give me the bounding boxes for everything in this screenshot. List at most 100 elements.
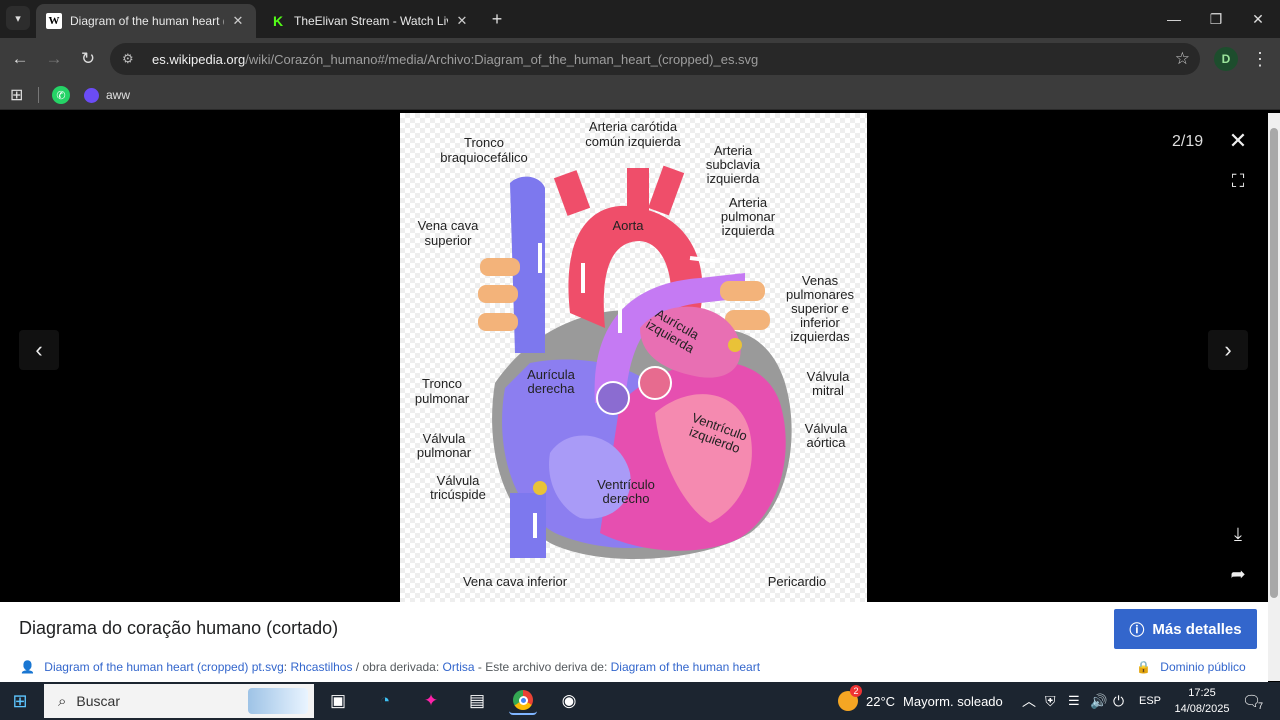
label-vena-cava-inferior: Vena cava inferior (463, 574, 568, 589)
windows-start-icon[interactable]: ⊞ (8, 689, 32, 713)
arrow-left-icon: ← (11, 49, 29, 68)
close-icon: ✕ (1228, 128, 1248, 153)
credit-link-derivative-author[interactable]: Ortisa (443, 660, 475, 674)
whatsapp-icon: ✆ (52, 86, 70, 104)
chrome-logo (513, 690, 533, 710)
menu-kebab-icon[interactable]: ⋮ (1250, 47, 1270, 71)
sun-icon: 2 (838, 685, 862, 711)
forward-button[interactable]: → (42, 47, 66, 71)
close-viewer-button[interactable]: ✕ (1218, 121, 1258, 161)
label-tronco-pulmonar: Tronco (422, 376, 462, 391)
share-icon: ➦ (1230, 563, 1246, 584)
task-view-icon[interactable]: ▣ (324, 687, 352, 715)
label-line: pulmonar (721, 209, 776, 224)
minimize-icon: — (1167, 11, 1181, 27)
search-placeholder: Buscar (76, 693, 120, 709)
pulmonary-valve-shape (596, 381, 630, 415)
label-line: aórtica (806, 435, 846, 450)
more-details-button[interactable]: ⓘ Más detalles (1114, 609, 1257, 649)
close-icon[interactable]: ✕ (454, 13, 470, 29)
aortic-valve-shape (638, 366, 672, 400)
browser-toolbar: ← → ↻ ⚙ es.wikipedia.org/wiki/Corazón_hu… (0, 38, 1280, 80)
license-label: Dominio público (1160, 660, 1246, 674)
bookmark-star-icon[interactable]: ☆ (1175, 49, 1190, 69)
terminal-app-icon[interactable]: ▤ (463, 687, 491, 715)
restore-icon: ❐ (1209, 10, 1223, 27)
reload-icon: ↻ (80, 49, 96, 68)
address-bar[interactable]: ⚙ es.wikipedia.org/wiki/Corazón_humano#/… (110, 43, 1200, 75)
next-image-button[interactable]: › (1208, 330, 1248, 370)
label-line: superior (425, 233, 473, 248)
obs-app-icon[interactable]: ◉ (555, 687, 583, 715)
svg-text:Venaspulmonaressuperior einfer: Venas pulmonares superior e inferior izquier… (786, 273, 854, 344)
clock[interactable]: 17:25 14/08/2025 (1170, 685, 1234, 717)
chevron-left-icon: ‹ (35, 337, 43, 362)
url-path: /wiki/Corazón_humano#/media/Archivo:Diag… (245, 51, 759, 67)
bookmark-aww[interactable]: aww (84, 84, 130, 106)
label-arteria-subclavia: Arteria (714, 143, 753, 158)
svg-text:Válvulapulmonar: Válvula pulmonar (417, 431, 472, 460)
profile-avatar[interactable]: D (1214, 47, 1238, 71)
heart-diagram-svg: Tronco braquiocefálico Arteria carótida co… (415, 119, 855, 589)
label-line: derecha (528, 381, 576, 396)
reload-button[interactable]: ↻ (76, 47, 100, 71)
mitral-valve-shape (728, 338, 742, 352)
language-indicator[interactable]: ESP (1139, 682, 1161, 720)
media-info-bar: Diagrama do coração humano (cortado) ⓘ M… (0, 602, 1268, 682)
scrollbar-thumb[interactable] (1270, 128, 1278, 598)
restore-button[interactable]: ❐ (1196, 6, 1236, 32)
label-line: izquierdas (790, 329, 850, 344)
close-icon: ✕ (1252, 10, 1264, 27)
heart-diagram-image[interactable]: Tronco braquiocefálico Arteria carótida co… (400, 113, 867, 602)
apps-grid-icon[interactable]: ⊞ (10, 84, 23, 106)
taskbar-search[interactable]: ⌕ Buscar (44, 684, 314, 718)
weather-text: Mayorm. soleado (903, 693, 1003, 709)
fullscreen-button[interactable]: ⛶ (1218, 161, 1258, 201)
close-window-button[interactable]: ✕ (1238, 6, 1278, 32)
battery-icon[interactable]: ⏻ (1113, 682, 1124, 720)
security-icon[interactable]: ⛨ (1045, 682, 1056, 720)
share-button[interactable]: ➦ (1218, 554, 1258, 594)
back-button[interactable]: ← (8, 47, 32, 71)
tab-search-button[interactable]: ▾ (6, 6, 30, 30)
notifications-icon[interactable]: 🗨 7 (1242, 682, 1263, 720)
clock-date: 14/08/2025 (1174, 703, 1230, 715)
chevron-down-icon: ▾ (15, 12, 21, 25)
svg-text:Troncobraquiocefálico: Tronco braquiocefálico (440, 135, 527, 165)
bookmark-whatsapp[interactable]: ✆ (52, 84, 70, 106)
network-icon[interactable]: ☰ (1068, 682, 1080, 720)
bookmark-label: aww (106, 88, 131, 102)
credit-link-source[interactable]: Diagram of the human heart (cropped) pt.… (44, 660, 283, 674)
new-tab-button[interactable]: + (486, 8, 508, 30)
edge-icon[interactable]: ◔ (371, 687, 399, 715)
wikipedia-favicon-icon: W (46, 13, 62, 29)
kick-favicon-icon: K (272, 13, 284, 29)
arrow-right-icon: → (45, 49, 63, 68)
volume-icon[interactable]: 🔊 (1090, 682, 1107, 720)
tab-kick-stream[interactable]: K TheElivan Stream - Watch Live o ✕ (260, 4, 480, 38)
previous-image-button[interactable]: ‹ (19, 330, 59, 370)
site-settings-icon[interactable]: ⚙ (122, 51, 140, 67)
label-valvula-pulmonar: Válvula (423, 431, 466, 446)
more-details-label: Más detalles (1152, 620, 1242, 638)
credit-link-original[interactable]: Diagram of the human heart (611, 660, 760, 674)
copilot-icon[interactable]: ✦ (417, 687, 445, 715)
tray-overflow-icon[interactable]: ︿ (1022, 682, 1036, 720)
minimize-button[interactable]: — (1154, 6, 1194, 32)
vena-cava-inferior-shape (510, 493, 546, 558)
label-line: tricúspide (430, 487, 486, 502)
download-button[interactable]: ⤓ (1218, 514, 1258, 554)
pulmonary-vein-shape (478, 313, 518, 331)
weather-widget[interactable]: 2 22°C Mayorm. soleado (838, 682, 1003, 720)
brachiocephalic-artery-shape (553, 170, 591, 216)
label-valvula-mitral: Válvula (807, 369, 850, 384)
tab-wikipedia[interactable]: W Diagram of the human heart (c ✕ (36, 4, 256, 38)
credit-link-author[interactable]: Rhcastilhos (290, 660, 352, 674)
close-icon[interactable]: ✕ (230, 13, 246, 29)
license-link[interactable]: 🔒 Dominio público (1136, 660, 1246, 674)
chrome-icon[interactable] (509, 687, 537, 715)
image-caption: Diagrama do coração humano (cortado) (19, 618, 339, 638)
tab-strip: ▾ W Diagram of the human heart (c ✕ K Th… (0, 0, 1280, 38)
label-line: común izquierda (585, 134, 681, 149)
label-line: superior e (791, 301, 849, 316)
